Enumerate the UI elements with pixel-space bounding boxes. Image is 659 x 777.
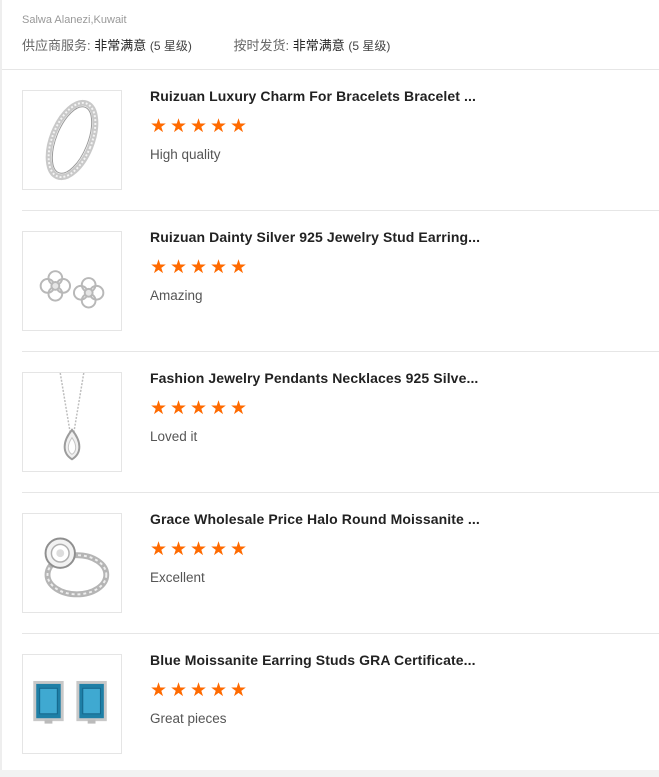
on-time-value: 非常满意 (292, 38, 345, 53)
review-panel: Salwa Alanezi,Kuwait 供应商服务: 非常满意 (5 星级) … (0, 0, 659, 777)
supplier-service-value: 非常满意 (94, 38, 147, 53)
reviewer-name-location: Salwa Alanezi,Kuwait (22, 14, 127, 26)
star-icon: ★ (190, 398, 208, 419)
star-icon: ★ (230, 257, 248, 278)
star-rating: ★ ★ ★ ★ ★ (150, 398, 248, 420)
flower-stud-earrings-image[interactable] (22, 231, 122, 331)
star-icon: ★ (150, 116, 168, 137)
product-title[interactable]: Fashion Jewelry Pendants Necklaces 925 S… (150, 370, 490, 386)
star-icon: ★ (150, 398, 168, 419)
review-item: Fashion Jewelry Pendants Necklaces 925 S… (22, 352, 659, 493)
star-rating: ★ ★ ★ ★ ★ (150, 680, 248, 702)
review-comment: Amazing (150, 288, 203, 303)
star-icon: ★ (150, 539, 168, 560)
star-icon: ★ (170, 680, 188, 701)
star-icon: ★ (150, 680, 168, 701)
supplier-service-label: 供应商服务: (22, 38, 91, 53)
on-time-stars: (5 星级) (348, 39, 391, 53)
star-icon: ★ (170, 539, 188, 560)
star-rating: ★ ★ ★ ★ ★ (150, 539, 248, 561)
product-title[interactable]: Blue Moissanite Earring Studs GRA Certif… (150, 652, 490, 668)
review-item: Ruizuan Luxury Charm For Bracelets Brace… (22, 70, 659, 211)
panel-left-border (0, 0, 2, 777)
star-icon: ★ (230, 539, 248, 560)
star-icon: ★ (210, 680, 228, 701)
star-icon: ★ (210, 398, 228, 419)
teardrop-pendant-necklace-image[interactable] (22, 372, 122, 472)
review-item: Grace Wholesale Price Halo Round Moissan… (22, 493, 659, 634)
star-icon: ★ (210, 116, 228, 137)
star-icon: ★ (190, 680, 208, 701)
review-item: Blue Moissanite Earring Studs GRA Certif… (22, 634, 659, 775)
supplier-service-stars: (5 星级) (149, 39, 192, 53)
halo-ring-image[interactable] (22, 513, 122, 613)
star-icon: ★ (190, 539, 208, 560)
star-rating: ★ ★ ★ ★ ★ (150, 116, 248, 138)
on-time-label: 按时发货: (233, 38, 290, 53)
product-title[interactable]: Grace Wholesale Price Halo Round Moissan… (150, 511, 490, 527)
review-header: Salwa Alanezi,Kuwait 供应商服务: 非常满意 (5 星级) … (22, 12, 659, 55)
star-icon: ★ (150, 257, 168, 278)
star-icon: ★ (170, 116, 188, 137)
review-comment: Loved it (150, 429, 198, 444)
product-title[interactable]: Ruizuan Dainty Silver 925 Jewelry Stud E… (150, 229, 490, 245)
star-icon: ★ (170, 398, 188, 419)
bangle-bracelet-image[interactable] (22, 90, 122, 190)
star-icon: ★ (230, 680, 248, 701)
ratings-summary: 供应商服务: 非常满意 (5 星级) 按时发货: 非常满意 (5 星级) (22, 37, 659, 55)
blue-emerald-cut-studs-image[interactable] (22, 654, 122, 754)
review-item: Ruizuan Dainty Silver 925 Jewelry Stud E… (22, 211, 659, 352)
review-comment: Great pieces (150, 711, 227, 726)
star-icon: ★ (190, 257, 208, 278)
star-icon: ★ (210, 539, 228, 560)
star-icon: ★ (230, 116, 248, 137)
star-icon: ★ (210, 257, 228, 278)
star-icon: ★ (190, 116, 208, 137)
review-comment: High quality (150, 147, 221, 162)
star-icon: ★ (230, 398, 248, 419)
review-comment: Excellent (150, 570, 205, 585)
star-icon: ★ (170, 257, 188, 278)
bottom-bar (0, 770, 659, 777)
star-rating: ★ ★ ★ ★ ★ (150, 257, 248, 279)
product-title[interactable]: Ruizuan Luxury Charm For Bracelets Brace… (150, 88, 490, 104)
